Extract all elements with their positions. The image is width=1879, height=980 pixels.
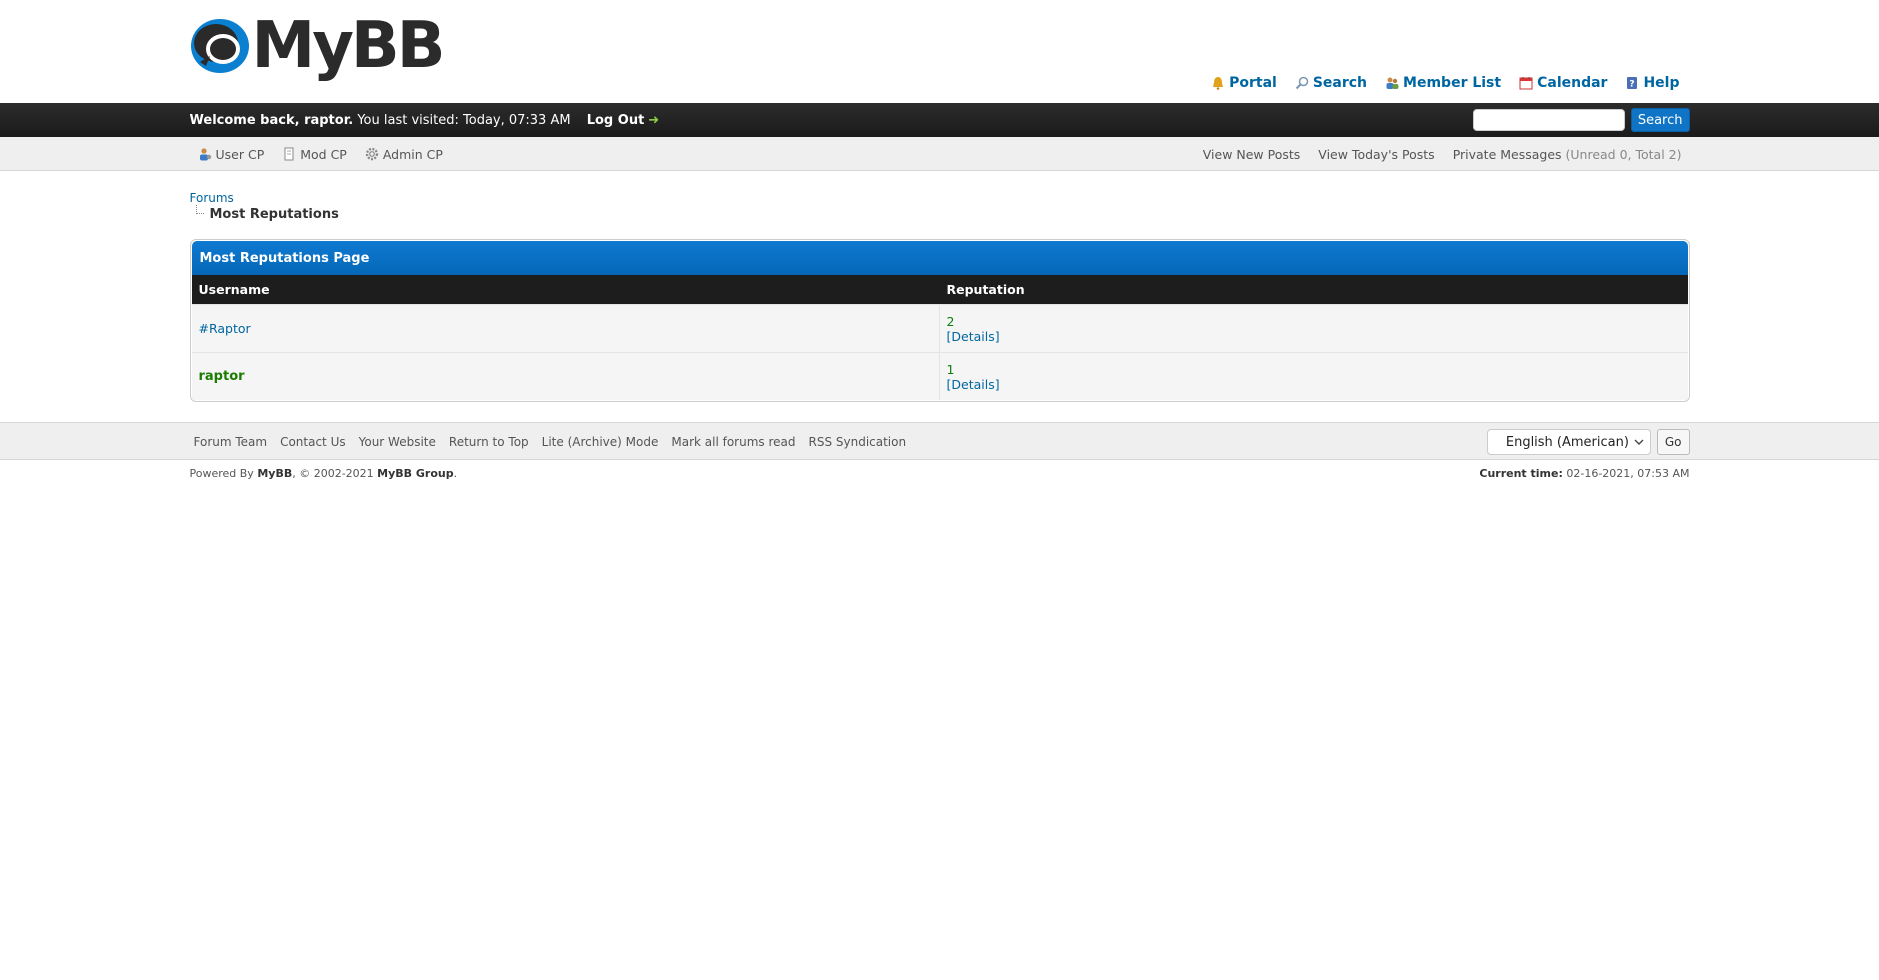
reputation-value: 2 — [946, 313, 955, 329]
footer-link-contact-us[interactable]: Contact Us — [280, 435, 346, 449]
cp-link-label: Mod CP — [300, 146, 347, 162]
language-go-button[interactable]: Go — [1656, 429, 1690, 455]
footer-link-lite-mode[interactable]: Lite (Archive) Mode — [542, 435, 659, 449]
search-icon — [1295, 76, 1309, 90]
portal-icon — [1213, 77, 1224, 90]
language-form: English (American) Go — [1486, 429, 1690, 455]
gear-icon — [365, 147, 379, 161]
username-link[interactable]: #Raptor — [199, 321, 251, 336]
toplink-label: Portal — [1229, 75, 1277, 91]
powered-by: Powered By MyBB, © 2002-2021 MyBB Group. — [190, 467, 458, 480]
welcome-bar: Welcome back, raptor. You last visited: … — [0, 103, 1879, 137]
top-links: Portal Search Member List Calendar ? Hel… — [1211, 75, 1680, 91]
toplink-label: Search — [1312, 75, 1368, 91]
admin-cp-link[interactable]: Admin CP — [365, 147, 443, 162]
footer-link-rss[interactable]: RSS Syndication — [808, 435, 906, 449]
language-selected: English (American) — [1505, 434, 1629, 450]
username-cell: #Raptor — [192, 305, 940, 352]
username-cell: raptor — [192, 353, 940, 400]
language-select[interactable]: English (American) — [1486, 429, 1651, 455]
breadcrumb: Forums Most Reputations — [190, 191, 1690, 222]
logout-arrow-icon: ➜ — [648, 112, 660, 128]
cp-links: User CP Mod CP Admin CP — [190, 147, 443, 162]
logout-label: Log Out — [586, 112, 645, 128]
footer-link-forum-team[interactable]: Forum Team — [194, 435, 268, 449]
search-button[interactable]: Search — [1630, 108, 1690, 132]
header: MyBB Portal Search Member List Calendar … — [190, 0, 1690, 103]
search-form: Search — [1472, 108, 1690, 132]
reputation-cell: 1 [Details] — [940, 362, 1688, 392]
column-header-reputation: Reputation — [946, 282, 1025, 297]
pm-label: Private Messages — [1452, 146, 1562, 162]
view-new-posts-link[interactable]: View New Posts — [1203, 147, 1301, 162]
footer-bar: Forum Team Contact Us Your Website Retur… — [0, 422, 1879, 460]
mybb-link[interactable]: MyBB — [257, 467, 292, 480]
logo-mark-icon — [190, 19, 249, 73]
welcome-greeting: Welcome back, raptor. — [189, 112, 354, 128]
table-title: Most Reputations Page — [191, 241, 1688, 275]
toplink-label: Help — [1643, 75, 1680, 91]
last-visit: You last visited: Today, 07:33 AM — [353, 112, 571, 128]
toplink-help[interactable]: ? Help — [1625, 75, 1680, 91]
toplink-label: Calendar — [1537, 75, 1608, 91]
reputation-value: 1 — [946, 361, 955, 377]
search-input[interactable] — [1472, 109, 1625, 131]
mybb-group-link[interactable]: MyBB Group — [377, 467, 453, 480]
footer-links: Forum Team Contact Us Your Website Retur… — [190, 435, 907, 449]
reputation-table: Most Reputations Page Username Reputatio… — [189, 239, 1690, 402]
username-link[interactable]: raptor — [199, 369, 245, 384]
user-cp-link[interactable]: User CP — [198, 146, 265, 162]
breadcrumb-forums-link[interactable]: Forums — [190, 191, 234, 205]
svg-text:?: ? — [1630, 80, 1635, 90]
mod-cp-link[interactable]: Mod CP — [282, 147, 347, 162]
toplink-calendar[interactable]: Calendar — [1519, 75, 1607, 91]
table-row: raptor 1 [Details] — [191, 352, 1688, 400]
chevron-down-icon — [1634, 439, 1644, 445]
mod-cp-icon — [284, 147, 294, 161]
cp-link-label: Admin CP — [382, 146, 443, 162]
footer-link-mark-read[interactable]: Mark all forums read — [671, 435, 795, 449]
reputation-cell: 2 [Details] — [940, 314, 1688, 344]
toplink-portal[interactable]: Portal — [1211, 75, 1277, 91]
sub-navigation: User CP Mod CP Admin CP View New Posts V… — [0, 137, 1879, 171]
quick-links: View New Posts View Today's Posts Privat… — [1203, 147, 1690, 162]
details-link[interactable]: [Details] — [947, 329, 1000, 344]
copyright-bar: Powered By MyBB, © 2002-2021 MyBB Group.… — [190, 467, 1690, 480]
powered-suffix: . — [453, 467, 458, 480]
breadcrumb-current-label: Most Reputations — [209, 207, 339, 222]
current-time: Current time: 02-16-2021, 07:53 AM — [1479, 467, 1689, 480]
welcome-text: Welcome back, raptor. You last visited: … — [190, 113, 660, 128]
powered-prefix: Powered By — [189, 467, 258, 480]
content: Forums Most Reputations Most Reputations… — [189, 191, 1690, 402]
footer-link-return-to-top[interactable]: Return to Top — [449, 435, 529, 449]
breadcrumb-current: Most Reputations — [195, 205, 1690, 222]
cp-link-label: User CP — [215, 146, 265, 162]
calendar-icon — [1519, 77, 1533, 90]
toplink-member-list[interactable]: Member List — [1385, 75, 1501, 91]
logo-text: MyBB — [251, 9, 446, 83]
tree-connector — [195, 205, 204, 214]
member-list-icon — [1386, 77, 1399, 89]
site-logo[interactable]: MyBB — [190, 9, 446, 83]
help-icon: ? — [1627, 77, 1638, 90]
current-time-label: Current time: — [1479, 467, 1563, 480]
details-link[interactable]: [Details] — [947, 377, 1000, 392]
current-time-value: 02-16-2021, 07:53 AM — [1562, 467, 1690, 480]
table-row: #Raptor 2 [Details] — [191, 304, 1688, 352]
toplink-search[interactable]: Search — [1295, 75, 1367, 91]
view-todays-posts-link[interactable]: View Today's Posts — [1318, 147, 1434, 162]
column-header-username: Username — [198, 282, 270, 297]
footer-link-your-website[interactable]: Your Website — [359, 435, 436, 449]
pm-count: (Unread 0, Total 2) — [1561, 146, 1682, 162]
user-cp-icon — [199, 148, 211, 161]
private-messages-link[interactable]: Private Messages (Unread 0, Total 2) — [1453, 147, 1682, 162]
powered-mid: , © 2002-2021 — [292, 467, 378, 480]
logout-link[interactable]: Log Out ➜ — [587, 113, 659, 128]
toplink-label: Member List — [1403, 75, 1502, 91]
table-header-row: Username Reputation — [191, 275, 1688, 304]
